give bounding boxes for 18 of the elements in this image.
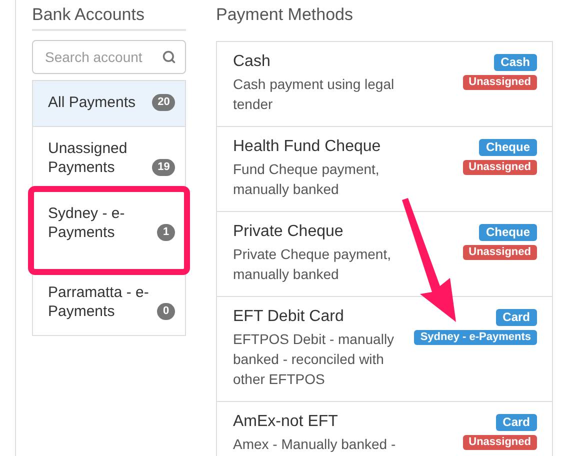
search-icon bbox=[162, 50, 176, 64]
type-label: Card bbox=[496, 309, 537, 326]
account-label: Unassigned bbox=[462, 245, 537, 260]
account-label: Sydney - e-Payments bbox=[414, 330, 537, 345]
section-heading: Payment Methods bbox=[216, 4, 354, 26]
account-label: Unassigned bbox=[462, 75, 537, 90]
payment-method-item[interactable]: Cash Cash payment using legal tender Cash Unassigned bbox=[217, 42, 552, 126]
payment-method-item[interactable]: Health Fund Cheque Fund Cheque payment, manually banked Cheque Unassigned bbox=[217, 126, 552, 211]
type-label: Card bbox=[496, 414, 537, 431]
type-label: Cash bbox=[494, 54, 537, 71]
search-field[interactable]: Search account bbox=[32, 40, 186, 74]
section-heading: Bank Accounts bbox=[32, 4, 144, 26]
account-item[interactable]: All Payments 20 bbox=[33, 81, 185, 126]
type-label: Cheque bbox=[478, 224, 537, 241]
account-label: Unassigned bbox=[462, 160, 537, 175]
type-label: Cheque bbox=[478, 139, 537, 156]
payment-method-item[interactable]: AmEx-not EFT Amex - Manually banked - Card Unassigned bbox=[217, 401, 552, 456]
account-label: Unassigned bbox=[462, 435, 537, 450]
